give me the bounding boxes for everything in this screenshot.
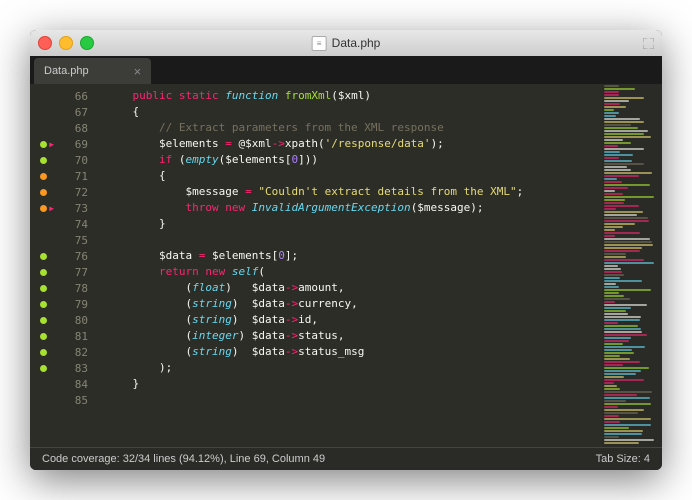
tab-label: Data.php xyxy=(44,65,89,77)
coverage-dot xyxy=(40,173,47,180)
line-number: 78 xyxy=(30,280,98,296)
line-number: 84 xyxy=(30,376,98,392)
tab-data-php[interactable]: Data.php × xyxy=(34,58,151,84)
line-number: 67 xyxy=(30,104,98,120)
coverage-dot xyxy=(40,157,47,164)
minimize-window-button[interactable] xyxy=(59,36,73,50)
line-number: 80 xyxy=(30,312,98,328)
coverage-dot xyxy=(40,317,47,324)
window-title-text: Data.php xyxy=(332,36,381,50)
line-number: 69▸ xyxy=(30,136,98,152)
status-right[interactable]: Tab Size: 4 xyxy=(596,453,650,465)
line-number: 76 xyxy=(30,248,98,264)
tab-close-icon[interactable]: × xyxy=(134,64,142,79)
coverage-dot xyxy=(40,253,47,260)
line-number: 70 xyxy=(30,152,98,168)
coverage-dot xyxy=(40,189,47,196)
line-number: 72 xyxy=(30,184,98,200)
line-number: 83 xyxy=(30,360,98,376)
coverage-dot xyxy=(40,365,47,372)
line-number: 71 xyxy=(30,168,98,184)
close-window-button[interactable] xyxy=(38,36,52,50)
window-title: ≡ Data.php xyxy=(312,36,381,51)
line-number: 66 xyxy=(30,88,98,104)
breakpoint-arrow-icon: ▸ xyxy=(48,201,55,215)
file-icon: ≡ xyxy=(312,36,327,51)
status-bar: Code coverage: 32/34 lines (94.12%), Lin… xyxy=(30,447,662,470)
titlebar: ≡ Data.php xyxy=(30,30,662,56)
line-number: 74 xyxy=(30,216,98,232)
coverage-dot xyxy=(40,269,47,276)
editor-window: ≡ Data.php Data.php × 66676869▸70717273▸… xyxy=(30,30,662,470)
breakpoint-arrow-icon: ▸ xyxy=(48,137,55,151)
coverage-dot xyxy=(40,141,47,148)
line-number: 75 xyxy=(30,232,98,248)
minimap[interactable] xyxy=(602,84,662,447)
coverage-dot xyxy=(40,301,47,308)
tab-bar: Data.php × xyxy=(30,56,662,84)
coverage-dot xyxy=(40,285,47,292)
fullscreen-icon[interactable] xyxy=(643,38,654,49)
coverage-dot xyxy=(40,333,47,340)
line-number: 77 xyxy=(30,264,98,280)
zoom-window-button[interactable] xyxy=(80,36,94,50)
line-number: 85 xyxy=(30,392,98,408)
line-number: 73▸ xyxy=(30,200,98,216)
coverage-dot xyxy=(40,349,47,356)
gutter: 66676869▸70717273▸7475767778798081828384… xyxy=(30,84,98,447)
traffic-lights xyxy=(38,36,94,50)
coverage-dot xyxy=(40,205,47,212)
line-number: 79 xyxy=(30,296,98,312)
line-number: 68 xyxy=(30,120,98,136)
code-pane[interactable]: public static function fromXml($xml) { /… xyxy=(98,84,602,447)
editor-area: 66676869▸70717273▸7475767778798081828384… xyxy=(30,84,662,447)
line-number: 82 xyxy=(30,344,98,360)
line-number: 81 xyxy=(30,328,98,344)
status-left: Code coverage: 32/34 lines (94.12%), Lin… xyxy=(42,453,325,465)
